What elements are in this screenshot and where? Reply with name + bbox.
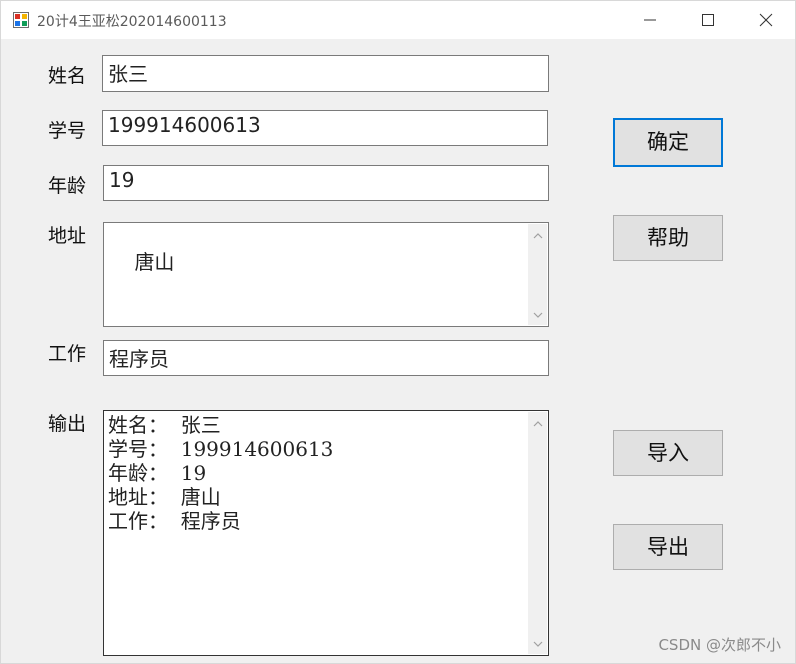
close-button[interactable]: [737, 1, 795, 39]
window-title: 20计4王亚松202014600113: [37, 14, 227, 30]
title-bar[interactable]: 20计4王亚松202014600113: [1, 1, 795, 39]
minimize-icon: [644, 19, 656, 21]
name-label: 姓名: [48, 65, 87, 87]
output-text: 姓名： 张三 学号： 199914600613 年龄： 19 地址： 唐山 工作…: [108, 413, 334, 533]
output-scrollbar[interactable]: [528, 412, 547, 654]
age-label: 年龄: [48, 175, 87, 197]
help-button[interactable]: 帮助: [613, 215, 723, 261]
maximize-icon: [702, 14, 714, 26]
scroll-up-icon: [533, 421, 543, 427]
address-textarea[interactable]: 唐山: [103, 222, 549, 327]
export-button[interactable]: 导出: [613, 524, 723, 570]
scroll-up-icon: [533, 233, 543, 239]
app-window: 20计4王亚松202014600113 姓名 张三 学号 19991460061…: [0, 0, 796, 664]
close-icon: [759, 13, 773, 27]
maximize-button[interactable]: [679, 1, 737, 39]
watermark: CSDN @次郎不小: [658, 636, 781, 654]
output-textarea[interactable]: 姓名： 张三 学号： 199914600613 年龄： 19 地址： 唐山 工作…: [103, 410, 549, 656]
job-input[interactable]: 程序员: [103, 340, 549, 376]
confirm-button[interactable]: 确定: [613, 118, 723, 167]
student-id-label: 学号: [48, 120, 87, 142]
minimize-button[interactable]: [621, 1, 679, 39]
job-label: 工作: [48, 343, 87, 365]
import-button[interactable]: 导入: [613, 430, 723, 476]
address-label: 地址: [48, 225, 87, 247]
address-scrollbar[interactable]: [528, 224, 547, 325]
form-app-icon: [13, 12, 29, 28]
name-input[interactable]: 张三: [102, 55, 549, 92]
output-label: 输出: [48, 413, 87, 435]
age-input[interactable]: 19: [103, 165, 549, 201]
address-text: 唐山: [134, 250, 175, 274]
scroll-down-icon: [533, 641, 543, 647]
scroll-down-icon: [533, 312, 543, 318]
student-id-input[interactable]: 199914600613: [102, 110, 548, 146]
